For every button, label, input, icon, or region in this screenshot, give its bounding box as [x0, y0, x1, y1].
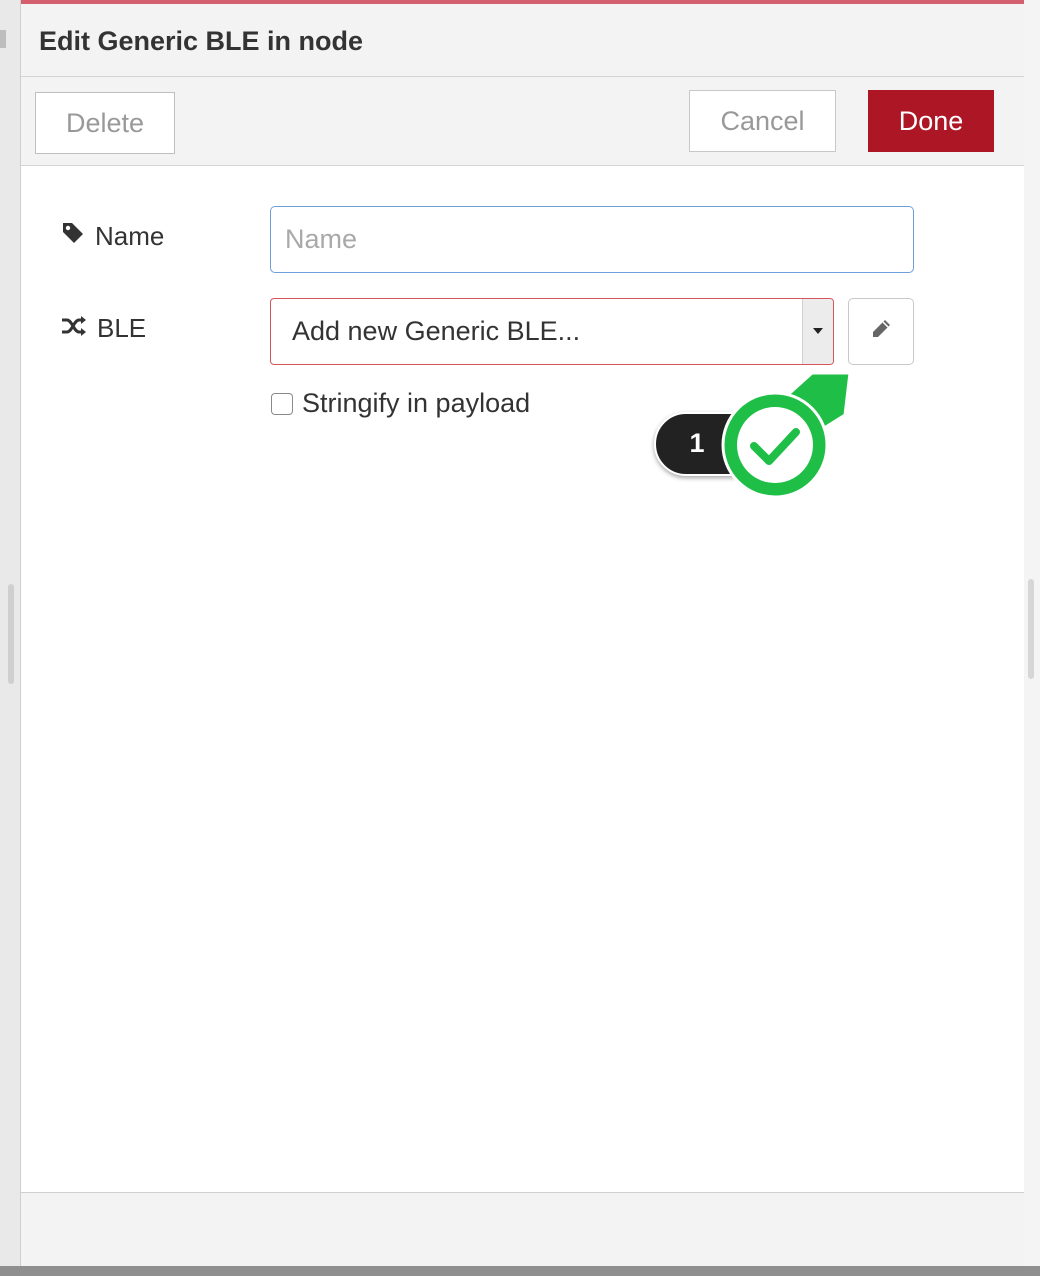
- left-edge-marker: [0, 30, 6, 48]
- left-panel-edge: [0, 0, 21, 1276]
- ble-config-select[interactable]: Add new Generic BLE...: [270, 298, 834, 365]
- name-label: Name: [61, 221, 164, 252]
- ble-label: BLE: [61, 313, 146, 344]
- stringify-label: Stringify in payload: [302, 388, 531, 418]
- edit-tray: Edit Generic BLE in node Delete Cancel D…: [20, 0, 1025, 1267]
- checkmark-icon: [721, 371, 852, 499]
- right-panel-edge: [1024, 0, 1040, 1276]
- tag-icon: [61, 221, 85, 252]
- bottom-edge: [0, 1266, 1040, 1276]
- ble-select-value: Add new Generic BLE...: [292, 316, 581, 346]
- tray-toolbar: Delete Cancel Done: [21, 77, 1024, 166]
- delete-button[interactable]: Delete: [35, 92, 175, 154]
- tray-header: Edit Generic BLE in node: [21, 4, 1024, 77]
- tray-footer: [21, 1192, 1024, 1267]
- name-input[interactable]: [270, 206, 914, 273]
- ble-label-text: BLE: [97, 313, 147, 343]
- tray-body: Name BLE Add new Generic BLE...: [21, 166, 1024, 1192]
- edit-config-button[interactable]: [848, 298, 914, 365]
- stringify-row: Stringify in payload: [271, 388, 530, 419]
- left-resize-handle[interactable]: [8, 584, 14, 684]
- pencil-icon: [870, 318, 892, 345]
- stringify-checkbox[interactable]: [271, 392, 293, 415]
- name-label-text: Name: [95, 221, 165, 251]
- done-button[interactable]: Done: [868, 90, 994, 152]
- dialog-title: Edit Generic BLE in node: [39, 26, 364, 56]
- right-resize-handle[interactable]: [1028, 579, 1034, 679]
- chevron-down-icon[interactable]: [802, 299, 833, 364]
- cancel-button[interactable]: Cancel: [689, 90, 836, 152]
- random-icon: [61, 313, 87, 344]
